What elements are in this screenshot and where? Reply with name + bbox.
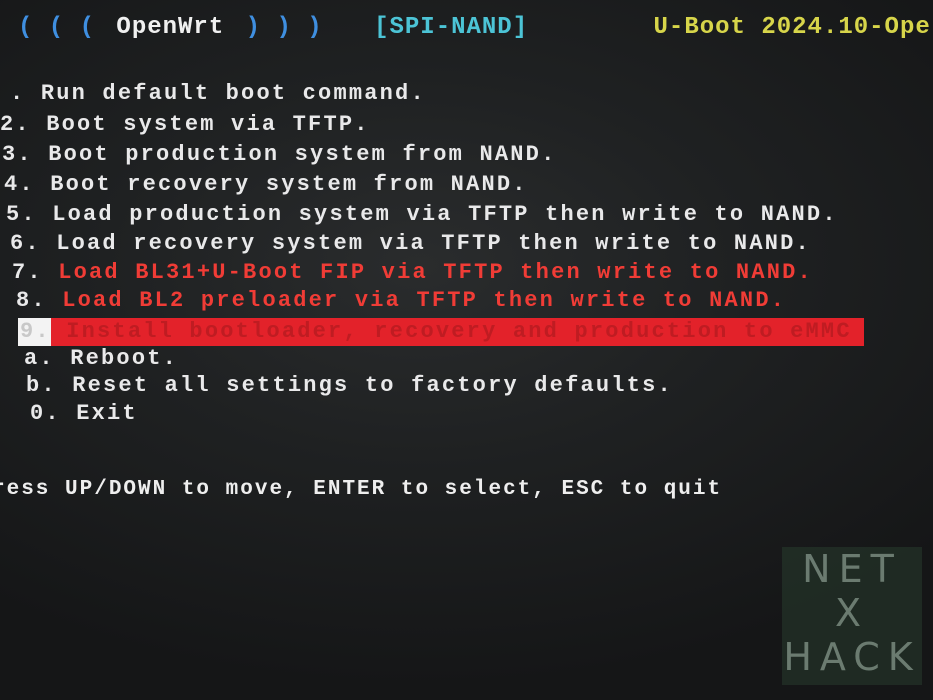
watermark-line-3: HACK [783, 635, 921, 679]
menu-item-label: Install bootloader, recovery and product… [66, 319, 852, 344]
menu-item-key: 6. [10, 231, 41, 256]
boot-menu-header: ( ( ( OpenWrt ) ) ) [SPI-NAND] U-Boot 20… [18, 14, 931, 41]
header-right-parens: ) ) ) [245, 14, 323, 41]
menu-item-label: Boot system via TFTP. [46, 112, 370, 137]
menu-item-load-production-tftp[interactable]: 5. Load production system via TFTP then … [6, 201, 838, 229]
menu-item-boot-production-nand[interactable]: 3. Boot production system from NAND. [2, 141, 557, 169]
menu-item-key: . [10, 81, 26, 106]
menu-item-label: Exit [76, 401, 138, 426]
menu-item-label: Reboot. [70, 346, 179, 371]
menu-item-key: 3. [2, 142, 33, 167]
menu-item-install-emmc-selected[interactable]: 9. Install bootloader, recovery and prod… [18, 318, 864, 346]
menu-item-reboot[interactable]: a. Reboot. [24, 345, 178, 373]
menu-item-key: 8. [16, 288, 47, 313]
menu-item-key: a. [24, 346, 55, 371]
menu-item-exit[interactable]: 0. Exit [30, 400, 138, 428]
menu-item-label: Reset all settings to factory defaults. [72, 373, 673, 398]
menu-item-key: 0. [30, 401, 61, 426]
menu-item-key: 7. [12, 260, 43, 285]
menu-item-boot-recovery-nand[interactable]: 4. Boot recovery system from NAND. [4, 171, 528, 199]
menu-item-label: Boot production system from NAND. [48, 142, 557, 167]
menu-item-label: Load BL2 preloader via TFTP then write t… [62, 288, 787, 313]
menu-item-run-default-boot[interactable]: . Run default boot command. [10, 80, 426, 108]
navigation-hint: ress UP/DOWN to move, ENTER to select, E… [0, 478, 723, 501]
watermark-logo: NET X HACK [782, 547, 922, 685]
menu-item-load-fip-tftp[interactable]: 7. Load BL31+U-Boot FIP via TFTP then wr… [12, 259, 813, 287]
menu-item-load-recovery-tftp[interactable]: 6. Load recovery system via TFTP then wr… [10, 230, 811, 258]
menu-item-key: 5. [6, 202, 37, 227]
menu-item-label: Load BL31+U-Boot FIP via TFTP then write… [58, 260, 813, 285]
menu-item-key: b. [26, 373, 57, 398]
header-left-parens: ( ( ( [18, 14, 96, 41]
menu-item-label: Load production system via TFTP then wri… [52, 202, 838, 227]
menu-item-label: Load recovery system via TFTP then write… [56, 231, 811, 256]
watermark-line-1: NET [802, 547, 902, 591]
menu-item-boot-tftp[interactable]: 2. Boot system via TFTP. [0, 111, 370, 139]
menu-item-key: 2. [0, 112, 31, 137]
uboot-version-label: U-Boot 2024.10-Ope [653, 14, 931, 41]
menu-item-key: 4. [4, 172, 35, 197]
menu-item-key: 9. [18, 318, 51, 346]
menu-item-label: Run default boot command. [40, 81, 426, 106]
terminal-screen: ( ( ( OpenWrt ) ) ) [SPI-NAND] U-Boot 20… [0, 0, 933, 700]
flash-type-label: [SPI-NAND] [374, 14, 529, 41]
header-title: OpenWrt [116, 14, 225, 41]
menu-item-label: Boot recovery system from NAND. [50, 172, 528, 197]
menu-item-reset-factory[interactable]: b. Reset all settings to factory default… [26, 372, 673, 400]
watermark-line-2: X [834, 591, 870, 635]
menu-item-load-bl2-tftp[interactable]: 8. Load BL2 preloader via TFTP then writ… [16, 287, 786, 315]
